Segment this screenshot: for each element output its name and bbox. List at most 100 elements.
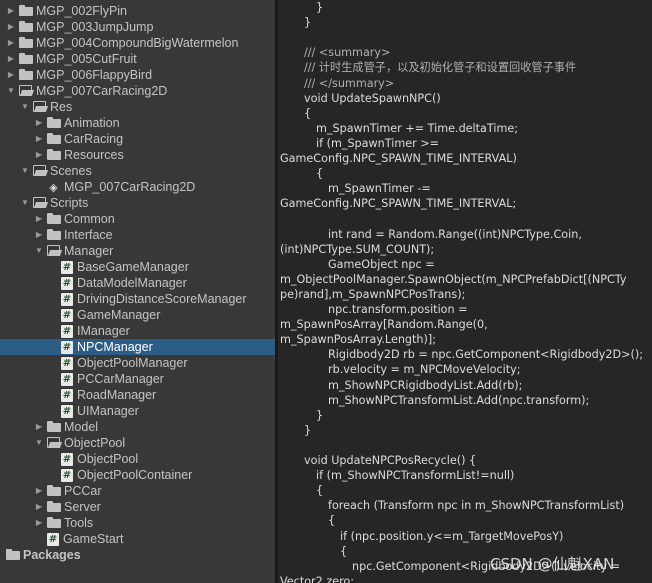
tree-folder-item[interactable]: ▼ Res [0,99,275,115]
tree-script-item[interactable]: # PCCarManager [0,371,275,387]
tree-script-item[interactable]: # DrivingDistanceScoreManager [0,291,275,307]
tree-script-item[interactable]: # DataModelManager [0,275,275,291]
tree-script-item[interactable]: # ObjectPoolManager [0,355,275,371]
tree-item-label: BaseGameManager [77,260,189,274]
tree-folder-item[interactable]: ▶ MGP_003JumpJump [0,19,275,35]
code-line: void UpdateNPCPosRecycle() { [304,454,477,467]
expand-arrow-right-icon[interactable]: ▶ [6,54,16,64]
tree-item-label: Model [64,420,99,434]
folder-icon [19,37,33,49]
code-line: { [340,544,348,558]
tree-folder-item[interactable]: ▼ Scripts [0,195,275,211]
expand-arrow-down-icon[interactable]: ▼ [20,198,30,208]
tree-folder-item[interactable]: ▶ MGP_005CutFruit [0,51,275,67]
expand-arrow-right-icon[interactable]: ▶ [34,518,44,528]
tree-script-item[interactable]: # RoadManager [0,387,275,403]
csharp-script-icon: # [61,452,73,466]
expand-arrow-down-icon[interactable]: ▼ [20,102,30,112]
expand-arrow-right-icon[interactable]: ▶ [34,422,44,432]
packages-label: Packages [23,548,81,562]
tree-script-item[interactable]: # UIManager [0,403,275,419]
code-line: } [316,1,324,14]
tree-packages-item[interactable]: Packages [0,547,275,563]
code-line: pe)rand],m_SpawnNPCPosTrans); [280,287,466,301]
tree-folder-item[interactable]: ▶ Resources [0,147,275,163]
tree-folder-item[interactable]: ▶ MGP_006FlappyBird [0,67,275,83]
expand-arrow-right-icon[interactable]: ▶ [6,6,16,16]
tree-folder-item[interactable]: ▶ Server [0,499,275,515]
tree-folder-item[interactable]: ▶ CarRacing [0,131,275,147]
code-line: m_ShowNPCRigidbodyList.Add(rb); [328,378,523,392]
tree-script-item[interactable]: # GameStart [0,531,275,547]
tree-item-label: Scenes [50,164,92,178]
code-line: } [316,408,324,422]
expand-arrow-down-icon[interactable]: ▼ [34,246,44,256]
tree-folder-item[interactable]: ▶ Common [0,211,275,227]
tree-folder-item[interactable]: ▶ PCCar [0,483,275,499]
expand-arrow-right-icon[interactable]: ▶ [34,230,44,240]
tree-item-label: PCCar [64,484,102,498]
code-line: GameConfig.NPC_SPAWN_TIME_INTERVAL) [280,152,517,165]
expand-arrow-right-icon[interactable]: ▶ [34,150,44,160]
tree-folder-item[interactable]: ▼ Manager [0,243,275,259]
expand-arrow-right-icon[interactable]: ▶ [34,502,44,512]
tree-script-item[interactable]: # NPCManager [0,339,275,355]
tree-script-item[interactable]: # IManager [0,323,275,339]
tree-folder-item[interactable]: ▼ Scenes [0,163,275,179]
folder-open-icon [33,165,47,177]
tree-item-label: NPCManager [77,340,153,354]
csharp-script-icon: # [61,340,73,354]
expand-arrow-right-icon[interactable]: ▶ [6,38,16,48]
code-comment-line: /// 计时生成管子，以及初始化管子和设置回收管子事件 [304,61,577,75]
tree-item-label: DrivingDistanceScoreManager [77,292,247,306]
code-line: m_ShowNPCTransformList.Add(npc.transform… [328,393,590,407]
tree-folder-item[interactable]: ▶ MGP_002FlyPin [0,3,275,19]
tree-script-item[interactable]: # GameManager [0,307,275,323]
tree-item-label: MGP_007CarRacing2D [36,84,168,98]
tree-item-label: Common [64,212,115,226]
code-line: GameObject npc = [328,257,435,271]
code-comment-line: /// <summary> [304,46,391,60]
folder-icon [47,485,61,497]
code-line: int rand = Random.Range((int)NPCType.Coi… [328,227,582,241]
tree-folder-item[interactable]: ▶ Tools [0,515,275,531]
expand-arrow-down-icon[interactable]: ▼ [6,86,16,96]
csharp-script-icon: # [61,308,73,322]
tree-item-label: MGP_006FlappyBird [36,68,153,82]
expand-arrow-right-icon[interactable]: ▶ [34,214,44,224]
project-tree-panel: ▶ MGP_002FlyPin ▶ MGP_003JumpJump ▶ MGP_004Co… [0,0,275,583]
expand-arrow-right-icon[interactable]: ▶ [34,134,44,144]
code-line: foreach (Transform npc in m_ShowNPCTrans… [328,499,625,513]
tree-item-label: Server [64,500,101,514]
tree-script-item[interactable]: # BaseGameManager [0,259,275,275]
tree-item-label: RoadManager [77,388,157,402]
folder-open-icon [33,101,47,113]
tree-folder-item[interactable]: ▶ Model [0,419,275,435]
tree-item-label: DataModelManager [77,276,187,290]
expand-arrow-down-icon[interactable]: ▼ [20,166,30,176]
folder-open-icon [47,245,61,257]
expand-arrow-right-icon[interactable]: ▶ [34,118,44,128]
csharp-script-icon: # [61,356,73,370]
tree-folder-item[interactable]: ▼ ObjectPool [0,435,275,451]
tree-item-label: ObjectPool [64,436,126,450]
csharp-script-icon: # [61,372,73,386]
tree-folder-item[interactable]: ▶ Interface [0,227,275,243]
tree-item-label: Resources [64,148,124,162]
code-line: m_SpawnPosArray[Random.Range(0, [280,318,488,332]
expand-arrow-right-icon[interactable]: ▶ [6,70,16,80]
code-line: { [328,514,336,528]
expand-arrow-down-icon[interactable]: ▼ [34,438,44,448]
folder-icon [47,517,61,529]
folder-icon [19,69,33,81]
tree-folder-item[interactable]: ▶ MGP_004CompoundBigWatermelon [0,35,275,51]
csharp-script-icon: # [61,276,73,290]
tree-folder-item[interactable]: ▼ MGP_007CarRacing2D [0,83,275,99]
expand-arrow-right-icon[interactable]: ▶ [34,486,44,496]
expand-arrow-right-icon[interactable]: ▶ [6,22,16,32]
tree-script-item[interactable]: # ObjectPoolContainer [0,467,275,483]
tree-folder-item[interactable]: ▶ Animation [0,115,275,131]
folder-icon [19,21,33,33]
tree-script-item[interactable]: # ObjectPool [0,451,275,467]
tree-scene-item[interactable]: ◈ MGP_007CarRacing2D [0,179,275,195]
